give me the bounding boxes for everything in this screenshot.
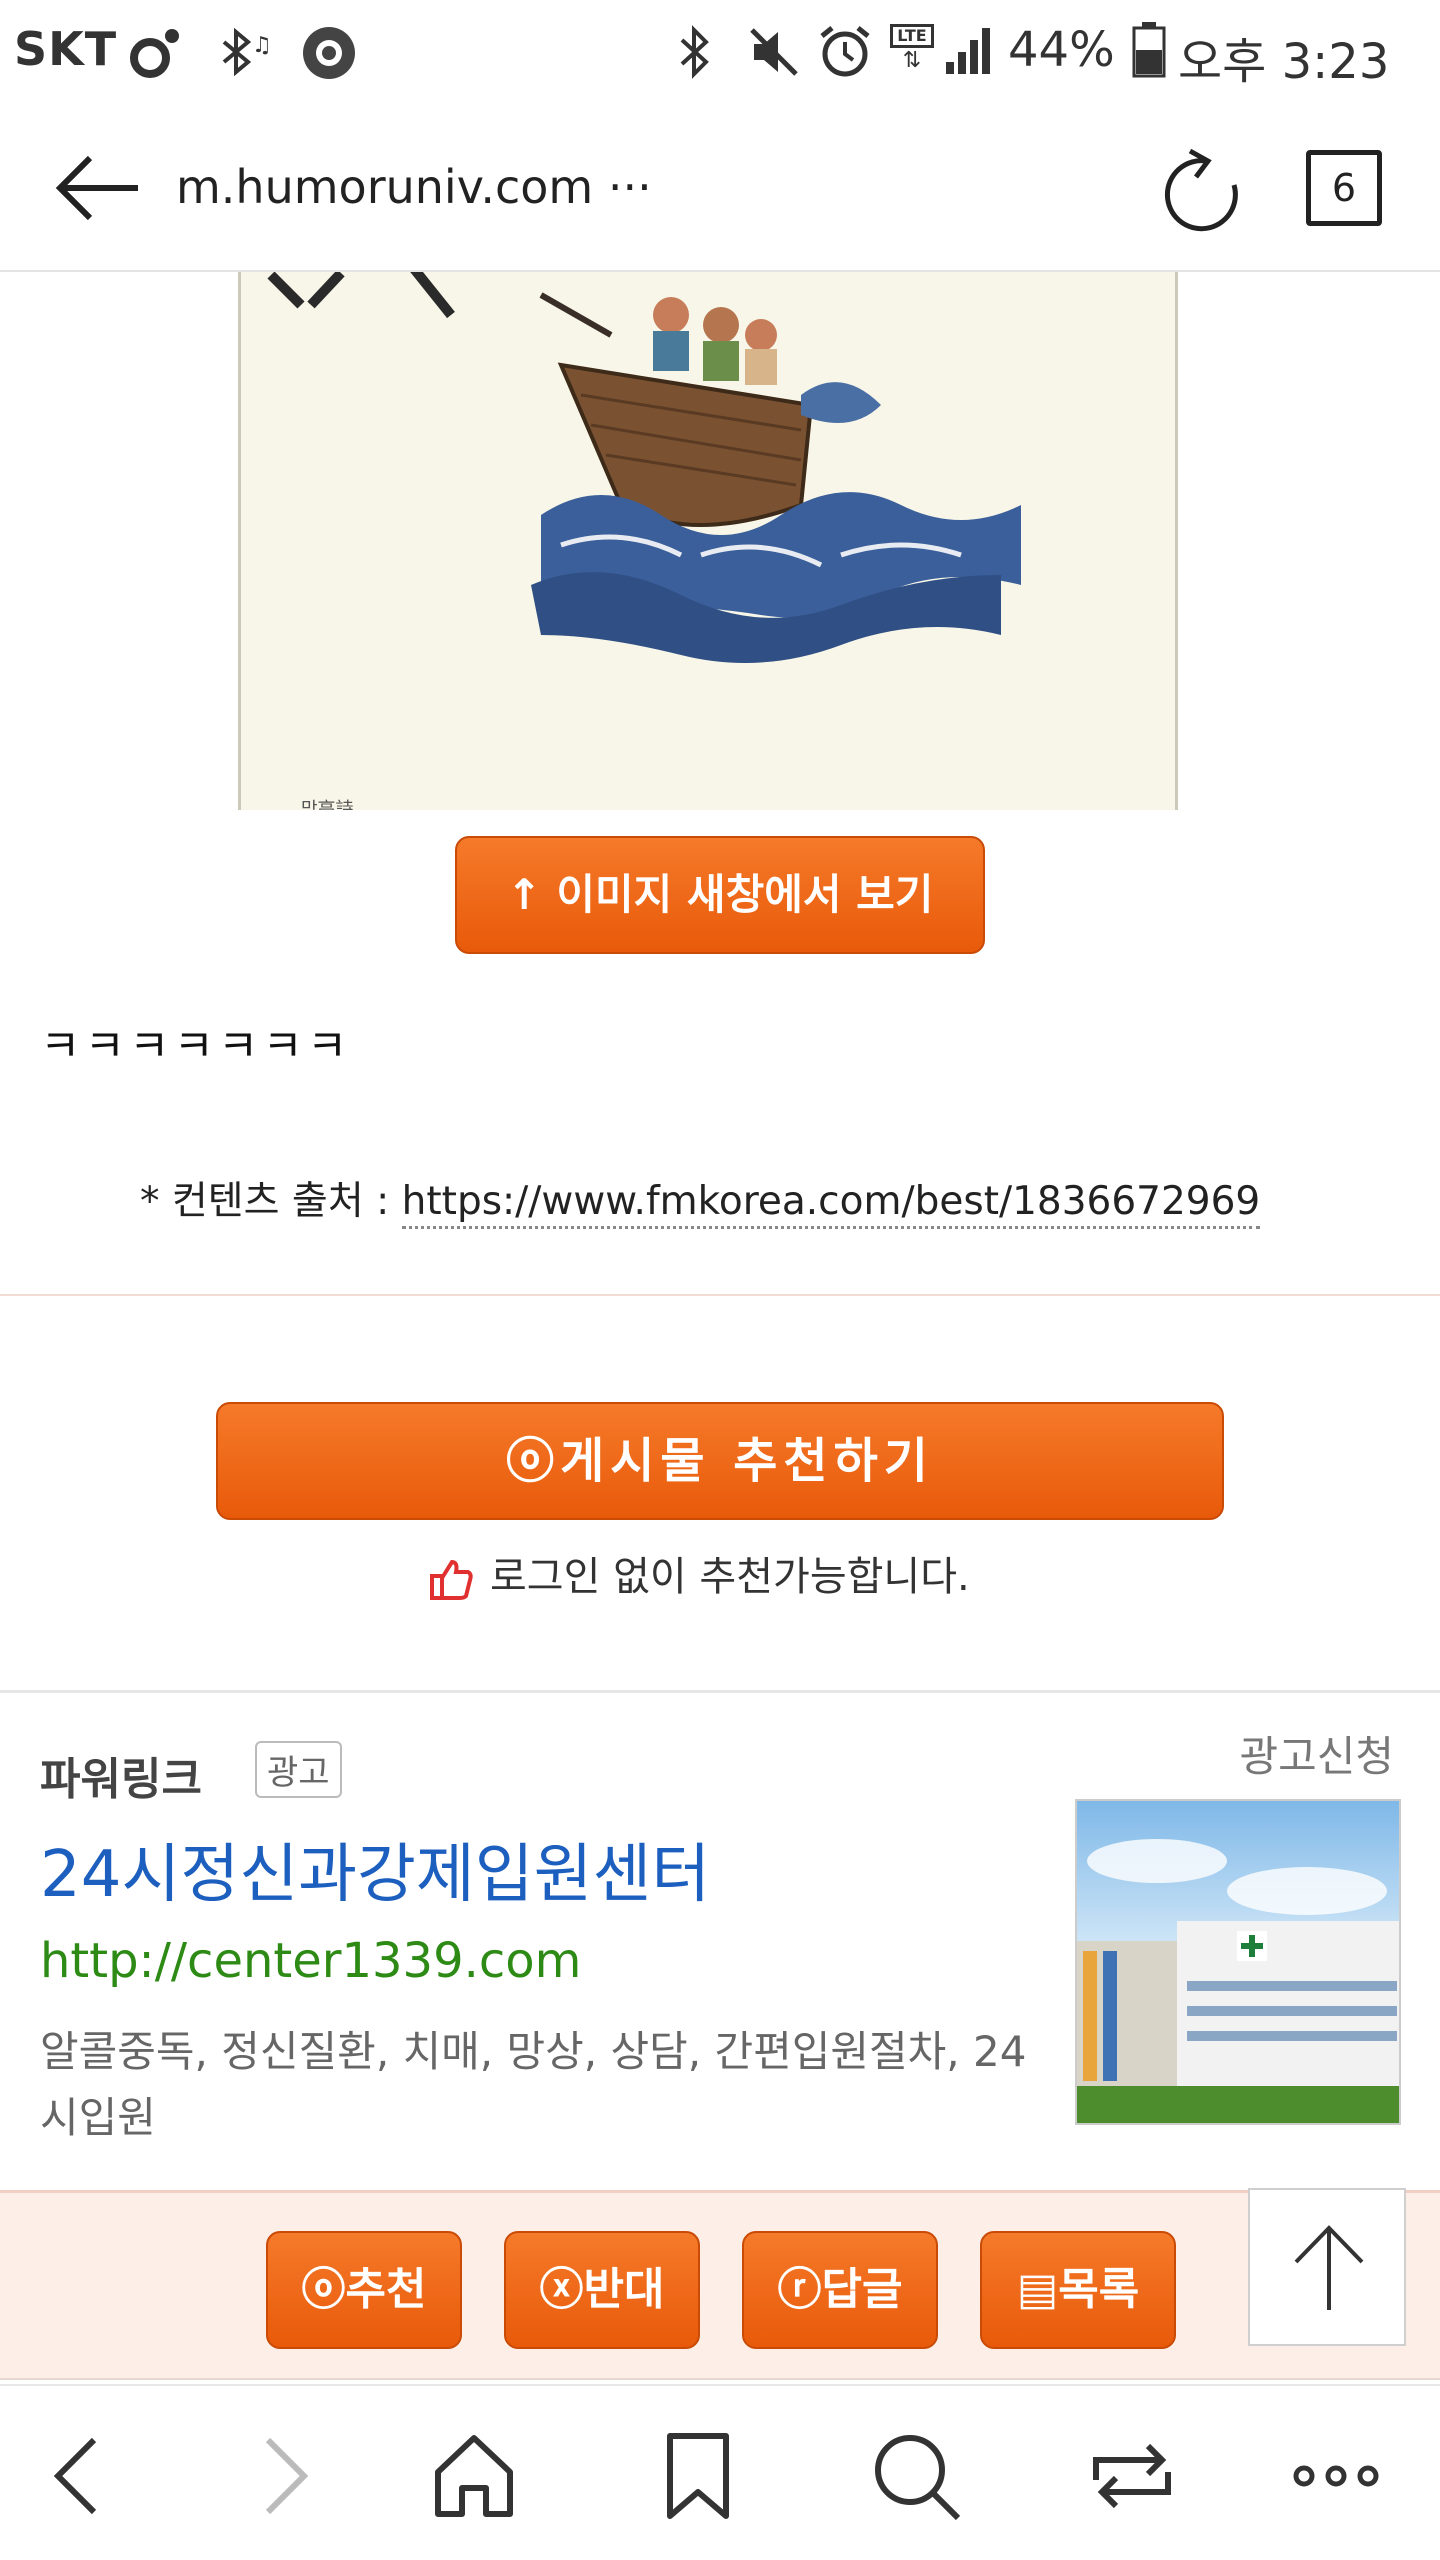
forward-icon[interactable] bbox=[230, 2426, 330, 2526]
browser-url-bar: m.humoruniv.com ··· 6 bbox=[0, 100, 1440, 272]
ad-apply-link[interactable]: 광고신청 bbox=[1239, 1723, 1394, 1784]
source-link[interactable]: https://www.fmkorea.com/best/1836672969 bbox=[401, 1179, 1261, 1229]
hospital-building-illustration bbox=[1077, 1839, 1399, 2123]
recommend-button[interactable]: ⓞ추천 bbox=[266, 2231, 462, 2349]
music-icon bbox=[130, 29, 179, 78]
post-action-bar: ⓞ추천 ⓧ반대 ⓡ답글 ▤목록 bbox=[0, 2190, 1440, 2380]
battery-percent: 44% bbox=[1008, 22, 1115, 78]
ad-description: 알콜중독, 정신질환, 치매, 망상, 상담, 간편입원절차, 24시입원 bbox=[40, 2027, 1027, 2142]
recommend-note-text: 로그인 없이 추천가능합니다. bbox=[490, 1554, 970, 1600]
back-arrow-icon[interactable] bbox=[54, 148, 144, 228]
home-icon[interactable] bbox=[424, 2426, 524, 2526]
arrow-up-icon bbox=[1294, 2225, 1364, 2310]
clock: 오후 3:23 bbox=[1178, 34, 1390, 90]
ad-hospital-image[interactable] bbox=[1075, 1799, 1401, 2125]
book-cover-illustration: 망高詩 bbox=[238, 272, 1178, 810]
reply-button[interactable]: ⓡ답글 bbox=[742, 2231, 938, 2349]
ad-badge: 광고 bbox=[255, 1741, 342, 1798]
boat-illustration: 망高詩 bbox=[267, 272, 1021, 810]
browser-toolbar bbox=[0, 2384, 1440, 2560]
ad-title-link[interactable]: 24시정신과강제입원센터 bbox=[40, 1823, 710, 1915]
back-icon[interactable] bbox=[32, 2426, 132, 2526]
divider bbox=[0, 1294, 1440, 1296]
more-icon[interactable] bbox=[1286, 2426, 1386, 2526]
status-bar: SKT ♫ LTE ⇅ 44% 오후 3:23 bbox=[0, 0, 1440, 100]
tab-count-button[interactable]: 6 bbox=[1306, 150, 1382, 226]
article-image: 망高詩 bbox=[0, 272, 1440, 810]
content-source: * 컨텐츠 출처 : https://www.fmkorea.com/best/… bbox=[140, 1170, 1261, 1229]
thumbs-up-icon bbox=[430, 1559, 473, 1600]
bluetooth-icon bbox=[680, 25, 709, 79]
mute-icon bbox=[750, 28, 798, 76]
post-body-text: ㅋㅋㅋㅋㅋㅋㅋ bbox=[40, 1021, 352, 1072]
bluetooth-audio-icon: ♫ bbox=[222, 27, 270, 77]
reload-icon[interactable] bbox=[1160, 145, 1244, 235]
power-link-title: 파워링크 bbox=[40, 1754, 202, 1805]
bookmark-icon[interactable] bbox=[648, 2426, 748, 2526]
record-icon bbox=[303, 27, 355, 79]
power-link-ad: 파워링크 광고 광고신청 24시정신과강제입원센터 http://center1… bbox=[0, 1690, 1440, 2190]
search-icon[interactable] bbox=[866, 2426, 966, 2526]
lte-icon: LTE ⇅ bbox=[890, 24, 934, 80]
svg-text:♫: ♫ bbox=[252, 33, 270, 58]
recommend-post-button[interactable]: ⓞ게시물 추천하기 bbox=[216, 1402, 1224, 1520]
oppose-button[interactable]: ⓧ반대 bbox=[504, 2231, 700, 2349]
list-button[interactable]: ▤목록 bbox=[980, 2231, 1176, 2349]
url-field[interactable]: m.humoruniv.com ··· bbox=[176, 160, 652, 214]
ad-url-link[interactable]: http://center1339.com bbox=[40, 1933, 581, 1989]
carrier-label: SKT bbox=[14, 22, 118, 76]
tabs-switch-icon[interactable] bbox=[1082, 2426, 1182, 2526]
recommend-note: 로그인 없이 추천가능합니다. bbox=[428, 1544, 970, 1602]
view-image-new-window-button[interactable]: ↑ 이미지 새창에서 보기 bbox=[455, 836, 985, 954]
signal-icon bbox=[946, 28, 990, 74]
network-type: LTE bbox=[890, 24, 934, 48]
publisher-mark: 망高詩 bbox=[301, 799, 354, 810]
source-label: * 컨텐츠 출처 : bbox=[140, 1179, 402, 1224]
scroll-to-top-button[interactable] bbox=[1248, 2188, 1406, 2346]
battery-icon bbox=[1132, 22, 1166, 78]
alarm-icon bbox=[820, 26, 870, 77]
